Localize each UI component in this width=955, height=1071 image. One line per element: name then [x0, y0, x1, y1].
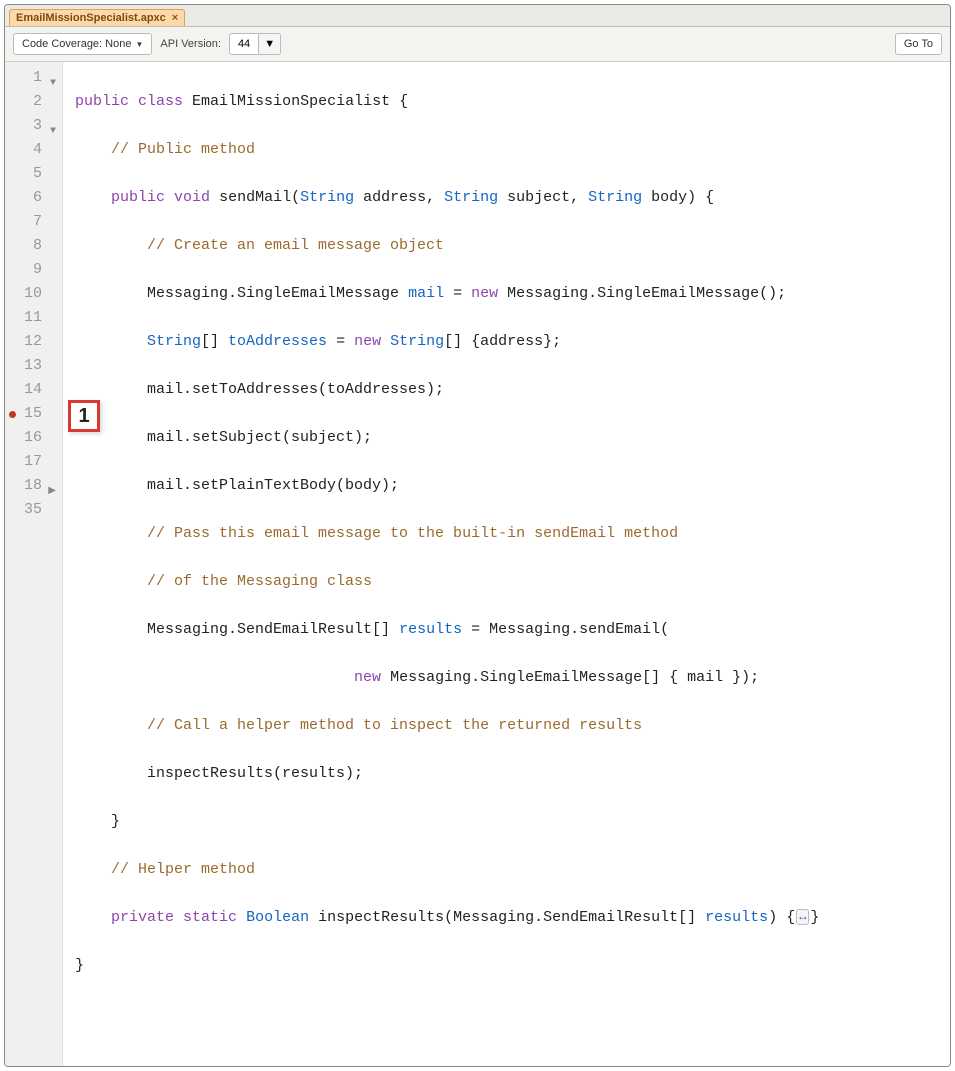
tab-bar: EmailMissionSpecialist.apxc × [5, 5, 950, 27]
code-line: private static Boolean inspectResults(Me… [75, 906, 938, 930]
close-icon[interactable]: × [172, 12, 178, 24]
toolbar: Code Coverage: None ▼ API Version: 44 ▼ … [5, 27, 950, 62]
line-number: 12 [11, 330, 56, 354]
file-tab-title: EmailMissionSpecialist.apxc [16, 12, 166, 24]
code-line: // Pass this email message to the built-… [75, 522, 938, 546]
code-line: Messaging.SingleEmailMessage mail = new … [75, 282, 938, 306]
line-number: 14 [11, 378, 56, 402]
code-line: mail.setPlainTextBody(body); [75, 474, 938, 498]
code-line: // Create an email message object [75, 234, 938, 258]
line-number: 11 [11, 306, 56, 330]
line-number: 17 [11, 450, 56, 474]
code-line: new Messaging.SingleEmailMessage[] { mai… [75, 666, 938, 690]
line-number: 2 [11, 90, 56, 114]
line-number: 10 [11, 282, 56, 306]
code-coverage-dropdown[interactable]: Code Coverage: None ▼ [13, 33, 152, 55]
line-number: 18▶ [11, 474, 56, 498]
code-line: // Helper method [75, 858, 938, 882]
folded-code-icon[interactable]: ↔ [796, 909, 809, 925]
code-line: String[] toAddresses = new String[] {add… [75, 330, 938, 354]
code-line: // Public method [75, 138, 938, 162]
line-number: 1▼ [11, 66, 56, 90]
code-area[interactable]: public class EmailMissionSpecialist { //… [63, 62, 950, 1066]
api-version-value: 44 [230, 34, 258, 54]
line-number: 15 [11, 402, 56, 426]
code-line: // Call a helper method to inspect the r… [75, 714, 938, 738]
line-number: 3▼ [11, 114, 56, 138]
callout-number: 1 [78, 404, 89, 428]
code-line: } [75, 954, 938, 978]
gutter: 1▼ 2 3▼ 4 5 6 7 8 9 10 11 12 13 14 15 16… [5, 62, 63, 1066]
line-number: 8 [11, 234, 56, 258]
line-number: 7 [11, 210, 56, 234]
line-number: 5 [11, 162, 56, 186]
callout-badge: 1 [68, 400, 100, 432]
line-number: 6 [11, 186, 56, 210]
code-line: // of the Messaging class [75, 570, 938, 594]
code-line: mail.setToAddresses(toAddresses); [75, 378, 938, 402]
code-line: Messaging.SendEmailResult[] results = Me… [75, 618, 938, 642]
code-line: mail.setSubject(subject); [75, 426, 938, 450]
code-line: public void sendMail(String address, Str… [75, 186, 938, 210]
line-number: 13 [11, 354, 56, 378]
code-line: } [75, 810, 938, 834]
chevron-down-icon[interactable]: ▼ [258, 34, 280, 54]
code-coverage-label: Code Coverage: None [22, 38, 131, 50]
goto-label: Go To [904, 38, 933, 50]
file-tab[interactable]: EmailMissionSpecialist.apxc × [9, 9, 185, 26]
code-line: inspectResults(results); [75, 762, 938, 786]
line-number: 16 [11, 426, 56, 450]
code-editor[interactable]: 1 1▼ 2 3▼ 4 5 6 7 8 9 10 11 12 13 14 15 … [5, 62, 950, 1066]
api-version-label: API Version: [160, 38, 221, 50]
api-version-select[interactable]: 44 ▼ [229, 33, 281, 55]
line-number: 35 [11, 498, 56, 522]
line-number: 4 [11, 138, 56, 162]
editor-window: EmailMissionSpecialist.apxc × Code Cover… [4, 4, 951, 1067]
chevron-down-icon: ▼ [135, 40, 143, 49]
line-number: 9 [11, 258, 56, 282]
goto-button[interactable]: Go To [895, 33, 942, 55]
code-line: public class EmailMissionSpecialist { [75, 90, 938, 114]
